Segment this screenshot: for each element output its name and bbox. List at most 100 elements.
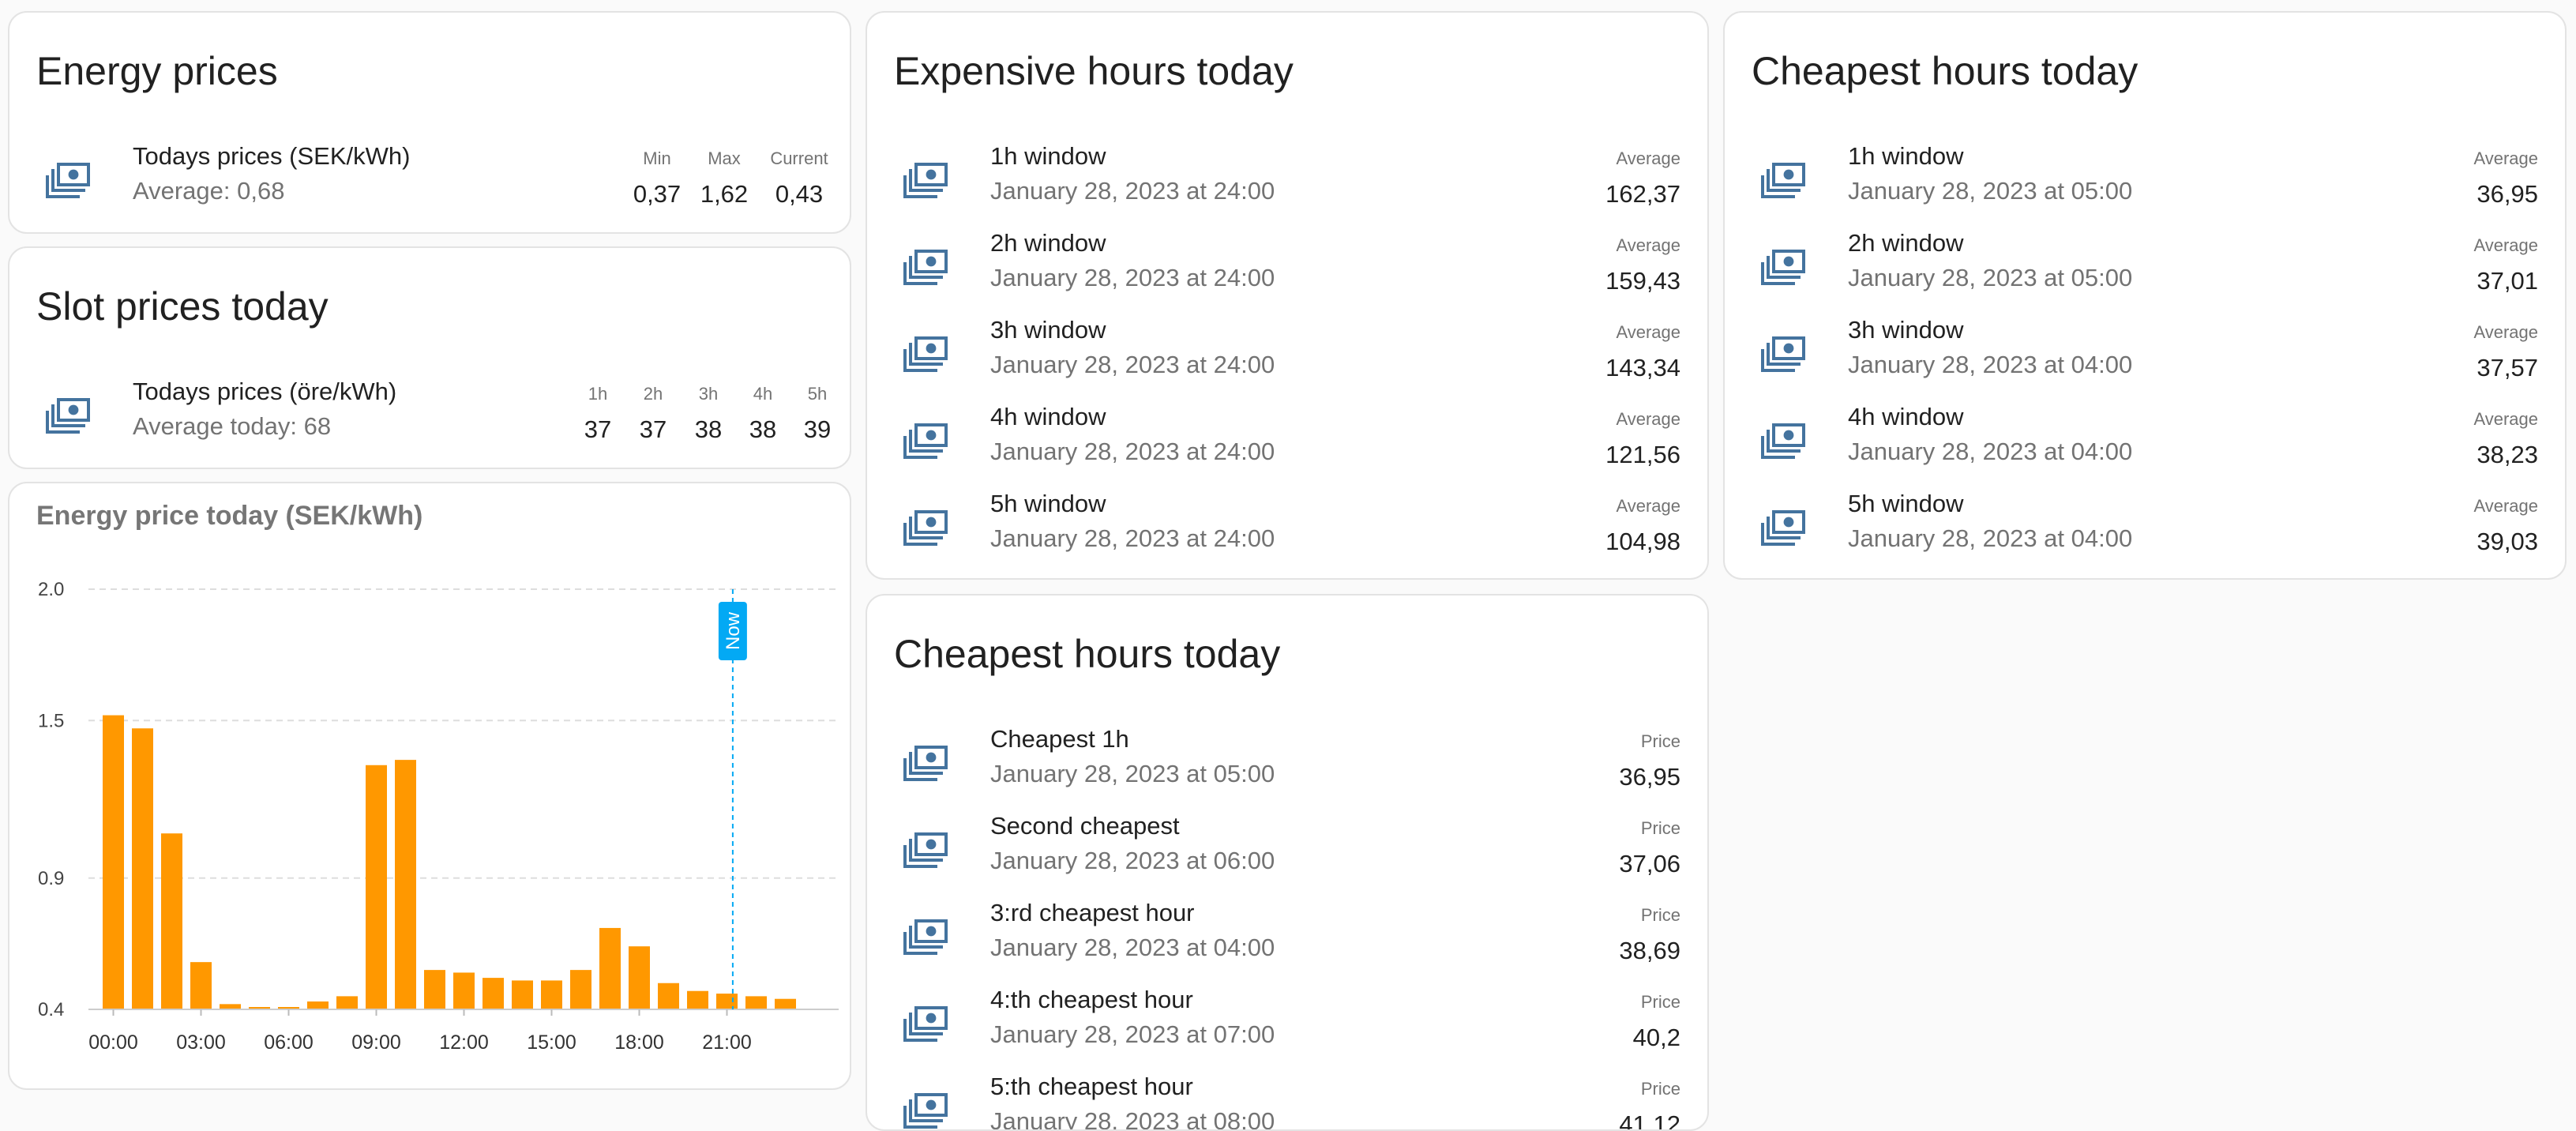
x-tick-label: 12:00 (439, 1031, 489, 1054)
entity-row[interactable]: 4:th cheapest hour January 28, 2023 at 07… (867, 981, 1707, 1068)
cash-multiple-icon (1761, 336, 1805, 373)
entity-timestamp: January 28, 2023 at 05:00 (1848, 264, 2133, 291)
entity-row-todays-prices[interactable]: Todays prices (SEK/kWh) Average: 0,68 Mi… (9, 137, 850, 224)
attr-value: 121,56 (1605, 441, 1680, 468)
y-tick-label: 1.5 (38, 710, 64, 731)
price-bar (190, 962, 212, 1009)
entity-row[interactable]: 5h window January 28, 2023 at 04:00 Averag… (1725, 485, 2565, 572)
entity-timestamp: January 28, 2023 at 24:00 (990, 524, 1275, 552)
attr-value: 37,01 (2476, 267, 2538, 295)
entity-row[interactable]: 3h window January 28, 2023 at 24:00 Averag… (867, 311, 1707, 398)
cash-multiple-icon (903, 163, 948, 199)
attr-value: 36,95 (1619, 763, 1680, 791)
attr-label: Average (2473, 409, 2538, 429)
attr-value: 38,23 (2476, 441, 2538, 468)
attr-4h: 4h 38 (731, 384, 794, 444)
attr-label: Average (1616, 148, 1680, 168)
attr-value: 159,43 (1605, 267, 1680, 295)
entity-timestamp: January 28, 2023 at 24:00 (990, 264, 1275, 291)
entity-name: Cheapest 1h (990, 725, 1129, 753)
attr-value: 104,98 (1605, 528, 1680, 555)
attr-value: 37,57 (2476, 354, 2538, 381)
entity-row[interactable]: Cheapest 1h January 28, 2023 at 05:00 Pric… (867, 720, 1707, 807)
entity-secondary: Average today: 68 (133, 412, 332, 440)
x-tick-label: 09:00 (351, 1031, 401, 1054)
card-title: Expensive hours today (894, 49, 1294, 93)
attr-label: 4h (753, 384, 773, 404)
entity-name: Todays prices (öre/kWh) (133, 378, 397, 405)
cash-multiple-icon (903, 1006, 948, 1043)
attr-value: 0,43 (775, 180, 824, 208)
cash-multiple-icon (1761, 510, 1805, 547)
attr-label: Average (2473, 322, 2538, 342)
slot-prices-card: Slot prices today Todays prices (öre/kWh… (8, 246, 851, 469)
entity-timestamp: January 28, 2023 at 04:00 (1848, 438, 2133, 465)
entity-name: 4:th cheapest hour (990, 986, 1193, 1013)
entity-attribute: Average 159,43 (1605, 235, 1680, 295)
cheapest-hours-windows-card: Cheapest hours today 1h window January 28… (1723, 11, 2567, 580)
entity-attribute: Average 36,95 (2473, 148, 2538, 209)
entity-attribute: Price 37,06 (1619, 818, 1680, 878)
attr-1h: 1h 37 (566, 384, 629, 444)
entity-row[interactable]: 1h window January 28, 2023 at 24:00 Averag… (867, 137, 1707, 224)
attr-value: 39 (803, 415, 832, 443)
entity-attribute: Average 37,57 (2473, 322, 2538, 382)
attr-label: Average (2473, 496, 2538, 516)
entity-row-slot-prices[interactable]: Todays prices (öre/kWh) Average today: 6… (9, 373, 850, 460)
price-bar (716, 994, 738, 1009)
attr-value: 36,95 (2476, 180, 2538, 208)
entity-attribute: Price 36,95 (1619, 731, 1680, 791)
attr-label: 3h (698, 384, 719, 404)
entity-timestamp: January 28, 2023 at 24:00 (990, 177, 1275, 205)
entity-name: 3:rd cheapest hour (990, 899, 1195, 926)
entity-row[interactable]: 2h window January 28, 2023 at 24:00 Averag… (867, 224, 1707, 311)
entity-secondary: Average: 0,68 (133, 177, 285, 205)
x-tick-label: 18:00 (614, 1031, 664, 1054)
entity-attribute: Price 40,2 (1633, 992, 1680, 1052)
entity-name: 4h window (1848, 403, 1964, 430)
cash-multiple-icon (903, 336, 948, 373)
cash-multiple-icon (903, 919, 948, 956)
entity-name: 3h window (1848, 316, 1964, 344)
card-title: Energy prices (36, 49, 278, 93)
energy-prices-card: Energy prices Todays prices (SEK/kWh) Av… (8, 11, 851, 234)
x-tick-label: 21:00 (702, 1031, 752, 1054)
entity-row[interactable]: 3:rd cheapest hour January 28, 2023 at 04… (867, 894, 1707, 981)
attr-label: 5h (807, 384, 828, 404)
entity-row[interactable]: 5h window January 28, 2023 at 24:00 Averag… (867, 485, 1707, 572)
entity-name: 5h window (1848, 490, 1964, 517)
entity-row[interactable]: 4h window January 28, 2023 at 24:00 Averag… (867, 398, 1707, 485)
entity-row[interactable]: Second cheapest January 28, 2023 at 06:00… (867, 807, 1707, 894)
cash-multiple-icon (903, 746, 948, 782)
cash-multiple-icon (1761, 423, 1805, 460)
y-tick-label: 0.9 (38, 868, 64, 889)
entity-name: 2h window (1848, 229, 1964, 257)
entity-timestamp: January 28, 2023 at 07:00 (990, 1020, 1275, 1048)
cash-multiple-icon (903, 510, 948, 547)
entity-timestamp: January 28, 2023 at 05:00 (990, 760, 1275, 787)
entity-row[interactable]: 3h window January 28, 2023 at 04:00 Averag… (1725, 311, 2565, 398)
entity-attribute: Average 37,01 (2473, 235, 2538, 295)
attr-label: Average (1616, 235, 1680, 255)
cash-multiple-icon (903, 423, 948, 460)
attr-label: Price (1640, 731, 1680, 751)
card-title: Slot prices today (36, 284, 329, 329)
entity-row[interactable]: 1h window January 28, 2023 at 05:00 Averag… (1725, 137, 2565, 224)
cash-multiple-icon (46, 163, 90, 199)
attr-value: 143,34 (1605, 354, 1680, 381)
entity-row[interactable]: 2h window January 28, 2023 at 05:00 Averag… (1725, 224, 2565, 311)
entity-timestamp: January 28, 2023 at 05:00 (1848, 177, 2133, 205)
attr-current: Current 0,43 (748, 148, 850, 209)
attr-label: Average (1616, 496, 1680, 516)
attr-value: 39,03 (2476, 528, 2538, 555)
entity-attribute: Average 121,56 (1605, 409, 1680, 469)
entity-row[interactable]: 4h window January 28, 2023 at 04:00 Averag… (1725, 398, 2565, 485)
price-bar (483, 978, 504, 1009)
price-bar (629, 946, 650, 1009)
attr-3h: 3h 38 (677, 384, 740, 444)
price-bar (541, 980, 562, 1009)
entity-row[interactable]: 5:th cheapest hour January 28, 2023 at 08… (867, 1068, 1707, 1129)
entity-attribute: Price 41,12 (1619, 1079, 1680, 1129)
attr-label: 1h (588, 384, 608, 404)
attr-value: 162,37 (1605, 180, 1680, 208)
